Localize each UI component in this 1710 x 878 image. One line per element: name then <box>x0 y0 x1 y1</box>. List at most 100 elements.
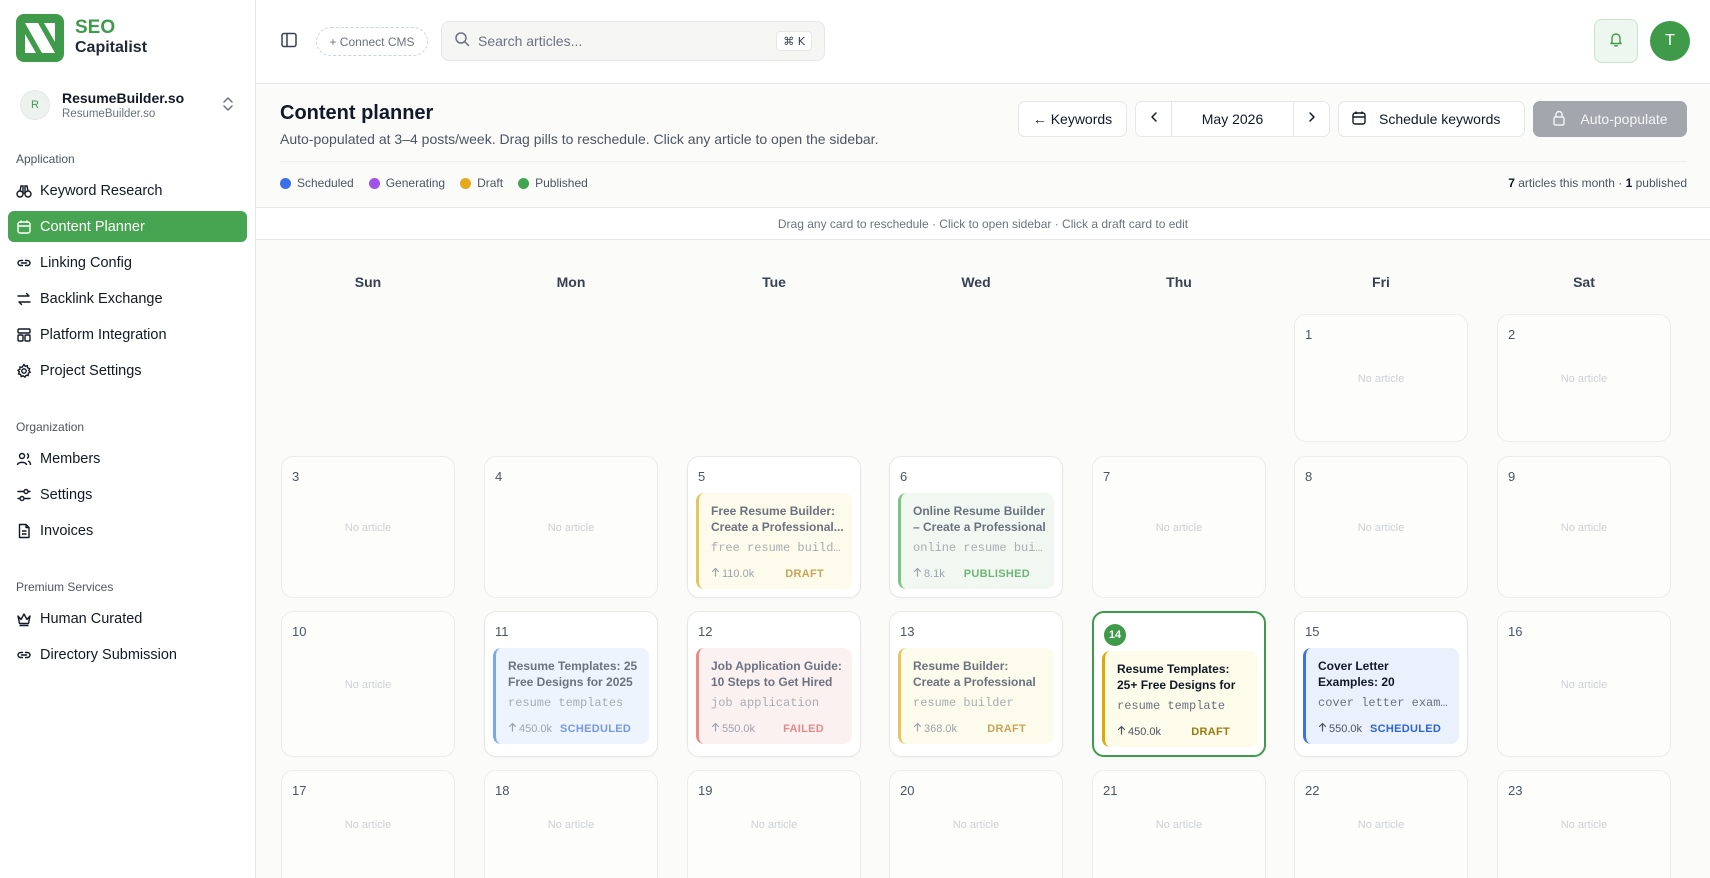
schedule-keywords-label: Schedule keywords <box>1379 111 1501 127</box>
sidebar-item-label: Platform Integration <box>40 326 167 343</box>
article-card[interactable]: Resume Builder: Create a Professional Re… <box>898 648 1054 744</box>
sidebar-item-label: Project Settings <box>40 362 142 379</box>
article-card[interactable]: Online Resume Builder – Create a Profess… <box>898 493 1054 589</box>
sidebar-item-settings[interactable]: Settings <box>8 479 247 510</box>
sidebar-toggle-icon[interactable] <box>280 31 298 49</box>
calendar-day-18[interactable]: 18 No article <box>484 770 658 878</box>
calendar-day-14[interactable]: 14 Resume Templates: 25+ Free Designs for… <box>1092 611 1266 757</box>
arrow-up-icon <box>508 722 517 735</box>
auto-populate-button[interactable]: Auto-populate <box>1533 101 1687 137</box>
calendar-day-3[interactable]: 3 No article <box>281 456 455 598</box>
back-to-keywords-button[interactable]: ← Keywords <box>1018 101 1127 137</box>
drag-hint: Drag any card to reschedule · Click to o… <box>256 207 1710 240</box>
bell-icon <box>1608 31 1624 52</box>
previous-month-button[interactable] <box>1136 102 1172 136</box>
current-month: May 2026 <box>1201 111 1264 127</box>
calendar-day-23[interactable]: 23 No article <box>1497 770 1671 878</box>
gear-icon <box>16 362 32 379</box>
day-number: 20 <box>900 783 915 798</box>
sidebar-item-label: Linking Config <box>40 254 132 271</box>
article-keyword: cover letter exampl... <box>1318 696 1451 710</box>
calendar-day-15[interactable]: 15 Cover Letter Examples: 20 Templates fo… <box>1294 611 1468 757</box>
weekday-header-thu: Thu <box>1166 274 1192 290</box>
search-volume: 368.0k <box>924 722 958 735</box>
calendar-day-20[interactable]: 20 No article <box>889 770 1063 878</box>
sidebar-item-project-settings[interactable]: Project Settings <box>8 355 247 386</box>
sidebar-item-keyword-research[interactable]: Keyword Research <box>8 175 247 206</box>
project-switcher[interactable]: R ResumeBuilder.so ResumeBuilder.so <box>12 84 244 126</box>
search-volume: 450.0k <box>1128 725 1162 738</box>
no-article-placeholder: No article <box>547 819 595 831</box>
sidebar-item-linking-config[interactable]: Linking Config <box>8 247 247 278</box>
legend-dot <box>518 177 530 189</box>
calendar-day-13[interactable]: 13 Resume Builder: Create a Professional … <box>889 611 1063 757</box>
arrow-up-icon <box>711 567 720 580</box>
calendar-day-2[interactable]: 2 No article <box>1497 314 1671 442</box>
article-card[interactable]: Cover Letter Examples: 20 Templates for … <box>1303 648 1459 744</box>
no-article-placeholder: No article <box>1155 819 1203 831</box>
brand-logo-icon <box>16 14 64 62</box>
weekday-header-mon: Mon <box>556 274 586 290</box>
sidebar-item-invoices[interactable]: Invoices <box>8 515 247 546</box>
calendar-day-5[interactable]: 5 Free Resume Builder: Create a Professio… <box>687 456 861 598</box>
calendar-day-16[interactable]: 16 No article <box>1497 611 1671 757</box>
articles-text: articles this month · <box>1514 176 1626 190</box>
published-text: published <box>1632 176 1687 190</box>
arrow-up-icon <box>913 567 922 580</box>
no-article-placeholder: No article <box>1560 522 1608 534</box>
article-title: Resume Builder: Create a Professional Re… <box>913 659 1036 689</box>
no-article-placeholder: No article <box>547 522 595 534</box>
article-title: Job Application Guide: 10 Steps to Get H… <box>711 659 842 689</box>
sidebar-item-members[interactable]: Members <box>8 443 247 474</box>
calendar-day-21[interactable]: 21 No article <box>1092 770 1266 878</box>
sidebar-item-label: Human Curated <box>40 610 143 627</box>
calendar-day-22[interactable]: 22 No article <box>1294 770 1468 878</box>
day-number: 7 <box>1103 469 1111 484</box>
project-domain: ResumeBuilder.so <box>62 108 156 120</box>
user-avatar[interactable]: T <box>1650 21 1690 61</box>
article-meta: 550.0k FAILED <box>711 722 842 735</box>
connect-cms-button[interactable]: + Connect CMS <box>316 27 428 56</box>
search-volume: 550.0k <box>722 722 756 735</box>
calendar-day-6[interactable]: 6 Online Resume Builder – Create a Profes… <box>889 456 1063 598</box>
article-title: Cover Letter Examples: 20 Templates for … <box>1318 659 1395 689</box>
calendar-day-12[interactable]: 12 Job Application Guide: 10 Steps to Get… <box>687 611 861 757</box>
top-bar: + Connect CMS ⌘ K T <box>256 0 1710 84</box>
sidebar-item-human-curated[interactable]: Human Curated <box>8 603 247 634</box>
month-stats: 7 articles this month · 1 published <box>1508 176 1687 190</box>
sidebar-item-platform-integration[interactable]: Platform Integration <box>8 319 247 350</box>
search-icon <box>454 31 470 52</box>
schedule-keywords-button[interactable]: Schedule keywords <box>1338 101 1525 137</box>
calendar-day-8[interactable]: 8 No article <box>1294 456 1468 598</box>
legend-scheduled: Scheduled <box>280 176 354 190</box>
article-card[interactable]: Free Resume Builder: Create a Profession… <box>696 493 852 589</box>
sidebar-item-directory-submission[interactable]: Directory Submission <box>8 639 247 670</box>
calendar-day-9[interactable]: 9 No article <box>1497 456 1671 598</box>
sidebar-item-backlink-exchange[interactable]: Backlink Exchange <box>8 283 247 314</box>
calendar-day-10[interactable]: 10 No article <box>281 611 455 757</box>
chevron-updown-icon <box>222 95 234 118</box>
article-card[interactable]: Resume Templates: 25+ Free Designs for 2… <box>1102 651 1258 747</box>
link-icon <box>16 255 32 271</box>
binoculars-icon <box>16 183 32 199</box>
calendar-day-7[interactable]: 7 No article <box>1092 456 1266 598</box>
notifications-button[interactable] <box>1594 19 1638 63</box>
calendar-day-19[interactable]: 19 No article <box>687 770 861 878</box>
article-card[interactable]: Job Application Guide: 10 Steps to Get H… <box>696 648 852 744</box>
calendar-day-11[interactable]: 11 Resume Templates: 25 Free Designs for … <box>484 611 658 757</box>
calendar-day-1[interactable]: 1 No article <box>1294 314 1468 442</box>
search-input[interactable] <box>478 33 758 49</box>
article-card[interactable]: Resume Templates: 25 Free Designs for 20… <box>493 648 649 744</box>
day-number: 3 <box>292 469 300 484</box>
calendar-day-4[interactable]: 4 No article <box>484 456 658 598</box>
calendar-day-17[interactable]: 17 No article <box>281 770 455 878</box>
search-box[interactable]: ⌘ K <box>441 21 825 61</box>
no-article-placeholder: No article <box>344 819 392 831</box>
day-number: 18 <box>495 783 510 798</box>
brand[interactable]: SEO Capitalist <box>16 14 147 62</box>
day-number: 6 <box>900 469 908 484</box>
sidebar-item-content-planner[interactable]: Content Planner <box>8 211 247 242</box>
exchange-icon <box>16 291 32 307</box>
next-month-button[interactable] <box>1293 102 1329 136</box>
weekday-header-sun: Sun <box>354 274 382 290</box>
